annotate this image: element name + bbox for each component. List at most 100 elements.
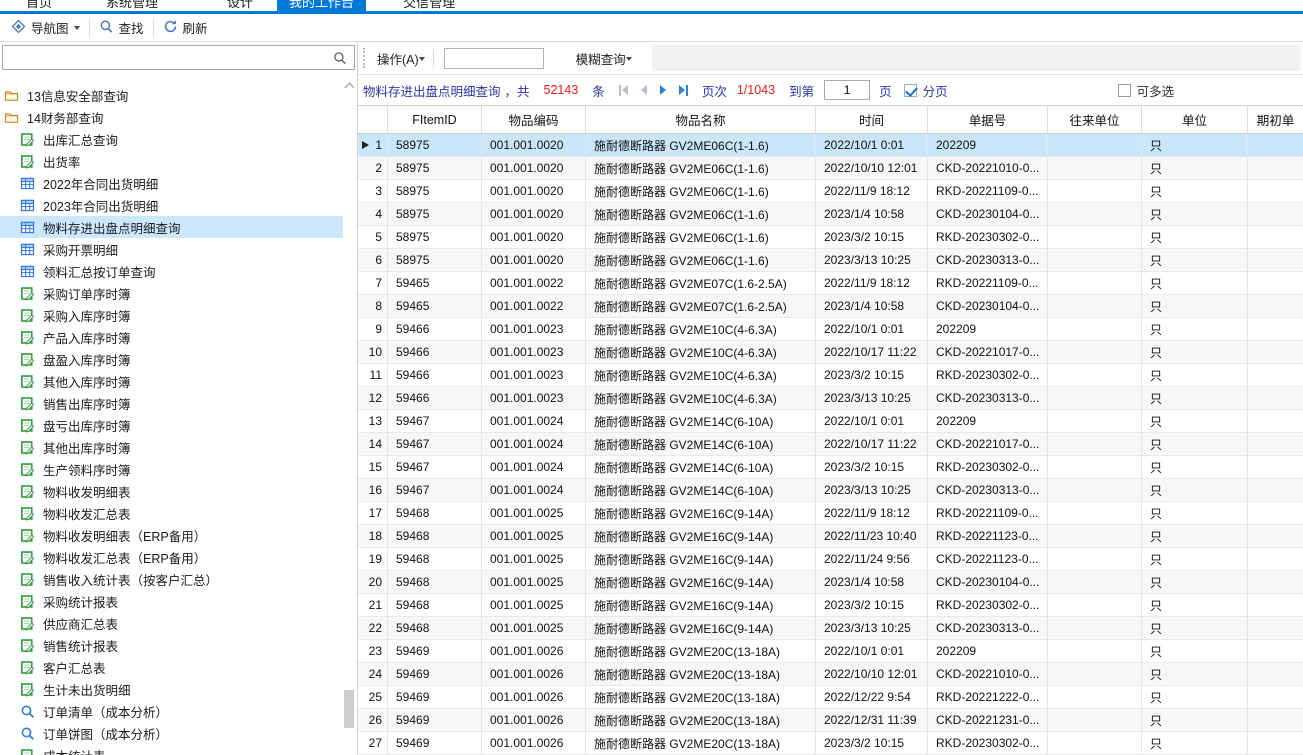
table-cell[interactable]: 只	[1142, 663, 1248, 685]
table-cell[interactable]: 只	[1142, 318, 1248, 340]
table-cell[interactable]: 58975	[388, 134, 482, 156]
sidebar-item[interactable]: 物料收发汇总表（ERP备用）	[0, 546, 343, 568]
table-cell[interactable]: 001.001.0026	[482, 686, 586, 708]
table-cell[interactable]: 001.001.0020	[482, 203, 586, 225]
table-cell[interactable]: 2022/11/24 9:56	[816, 548, 928, 570]
table-cell[interactable]	[1048, 456, 1142, 478]
table-cell[interactable]	[1048, 640, 1142, 662]
table-cell[interactable]: 59469	[388, 709, 482, 731]
table-cell[interactable]: 202209	[928, 640, 1048, 662]
table-row[interactable]: 358975001.001.0020施耐德断路器 GV2ME06C(1-1.6)…	[358, 180, 1303, 203]
row-indicator[interactable]: 18	[358, 525, 388, 547]
table-cell[interactable]: 2023/3/2 10:15	[816, 732, 928, 754]
row-indicator[interactable]: 15	[358, 456, 388, 478]
tab-item[interactable]: 系统管理	[94, 0, 170, 14]
table-cell[interactable]: 2022/10/1 0:01	[816, 640, 928, 662]
table-cell[interactable]: 施耐德断路器 GV2ME20C(13-18A)	[586, 663, 816, 685]
table-row[interactable]: 1459467001.001.0024施耐德断路器 GV2ME14C(6-10A…	[358, 433, 1303, 456]
table-cell[interactable]	[1048, 387, 1142, 409]
table-cell[interactable]: 2022/11/23 10:40	[816, 525, 928, 547]
table-cell[interactable]: CKD-20221017-0...	[928, 341, 1048, 363]
row-indicator[interactable]: 20	[358, 571, 388, 593]
table-cell[interactable]: 59465	[388, 295, 482, 317]
table-cell[interactable]: 59466	[388, 318, 482, 340]
table-cell[interactable]	[1048, 249, 1142, 271]
table-cell[interactable]: 2023/1/4 10:58	[816, 203, 928, 225]
table-cell[interactable]: 59465	[388, 272, 482, 294]
table-cell[interactable]	[1248, 479, 1303, 501]
table-cell[interactable]: 001.001.0020	[482, 157, 586, 179]
row-indicator[interactable]: 23	[358, 640, 388, 662]
table-cell[interactable]: RKD-20221109-0...	[928, 272, 1048, 294]
table-cell[interactable]: 001.001.0024	[482, 479, 586, 501]
table-cell[interactable]	[1048, 663, 1142, 685]
table-cell[interactable]: RKD-20230302-0...	[928, 456, 1048, 478]
last-page-icon[interactable]	[679, 83, 688, 97]
table-cell[interactable]	[1248, 341, 1303, 363]
column-header[interactable]: 时间	[816, 106, 928, 133]
table-row[interactable]: 959466001.001.0023施耐德断路器 GV2ME10C(4-6.3A…	[358, 318, 1303, 341]
table-cell[interactable]: 只	[1142, 203, 1248, 225]
table-cell[interactable]: 施耐德断路器 GV2ME06C(1-1.6)	[586, 203, 816, 225]
table-row[interactable]: 258975001.001.0020施耐德断路器 GV2ME06C(1-1.6)…	[358, 157, 1303, 180]
sidebar-item[interactable]: 物料收发明细表（ERP备用）	[0, 524, 343, 546]
table-cell[interactable]: RKD-20230302-0...	[928, 226, 1048, 248]
table-cell[interactable]: CKD-20230104-0...	[928, 295, 1048, 317]
table-cell[interactable]: 只	[1142, 272, 1248, 294]
table-cell[interactable]: 施耐德断路器 GV2ME16C(9-14A)	[586, 617, 816, 639]
tab-item[interactable]: 设计	[215, 0, 265, 14]
table-cell[interactable]: 只	[1142, 617, 1248, 639]
table-row[interactable]: 2459469001.001.0026施耐德断路器 GV2ME20C(13-18…	[358, 663, 1303, 686]
sidebar-item[interactable]: 供应商汇总表	[0, 612, 343, 634]
row-indicator[interactable]: 25	[358, 686, 388, 708]
row-indicator[interactable]: 27	[358, 732, 388, 754]
table-cell[interactable]: 001.001.0025	[482, 525, 586, 547]
table-cell[interactable]: 只	[1142, 134, 1248, 156]
table-cell[interactable]: 2023/3/13 10:25	[816, 479, 928, 501]
sidebar-item[interactable]: 销售统计报表	[0, 634, 343, 656]
table-cell[interactable]: 施耐德断路器 GV2ME14C(6-10A)	[586, 433, 816, 455]
column-header[interactable]: 往来单位	[1048, 106, 1142, 133]
table-cell[interactable]	[1248, 295, 1303, 317]
sidebar-item[interactable]: 产品入库序时簿	[0, 326, 343, 348]
table-cell[interactable]: 2023/3/2 10:15	[816, 594, 928, 616]
row-indicator[interactable]: 12	[358, 387, 388, 409]
table-cell[interactable]	[1248, 686, 1303, 708]
row-indicator[interactable]: 22	[358, 617, 388, 639]
table-cell[interactable]: 只	[1142, 433, 1248, 455]
table-cell[interactable]: CKD-20230313-0...	[928, 387, 1048, 409]
table-cell[interactable]: 2022/11/9 18:12	[816, 502, 928, 524]
sidebar-item[interactable]: 盘盈入库序时簿	[0, 348, 343, 370]
table-cell[interactable]: 只	[1142, 502, 1248, 524]
table-cell[interactable]	[1048, 594, 1142, 616]
table-row[interactable]: 2559469001.001.0026施耐德断路器 GV2ME20C(13-18…	[358, 686, 1303, 709]
table-cell[interactable]: 2022/12/22 9:54	[816, 686, 928, 708]
table-cell[interactable]: CKD-20221010-0...	[928, 663, 1048, 685]
table-cell[interactable]: 施耐德断路器 GV2ME20C(13-18A)	[586, 709, 816, 731]
sidebar-scrollbar[interactable]	[343, 78, 356, 755]
table-cell[interactable]: 只	[1142, 295, 1248, 317]
multi-select-checkbox[interactable]	[1118, 84, 1131, 97]
table-cell[interactable]: 001.001.0023	[482, 318, 586, 340]
table-cell[interactable]	[1048, 502, 1142, 524]
table-cell[interactable]: 59468	[388, 594, 482, 616]
table-cell[interactable]	[1048, 410, 1142, 432]
table-cell[interactable]: 2023/3/2 10:15	[816, 456, 928, 478]
sidebar-item[interactable]: 2022年合同出货明细	[0, 172, 343, 194]
table-cell[interactable]: 202209	[928, 410, 1048, 432]
table-cell[interactable]: 202209	[928, 318, 1048, 340]
table-cell[interactable]: 59469	[388, 640, 482, 662]
table-cell[interactable]	[1248, 456, 1303, 478]
table-cell[interactable]: 只	[1142, 732, 1248, 754]
table-cell[interactable]	[1248, 226, 1303, 248]
sidebar-item[interactable]: 采购统计报表	[0, 590, 343, 612]
sidebar-item[interactable]: 生产领料序时簿	[0, 458, 343, 480]
table-cell[interactable]	[1048, 203, 1142, 225]
operate-menu-button[interactable]: 操作(A)	[371, 46, 431, 70]
row-indicator[interactable]: 9	[358, 318, 388, 340]
column-header[interactable]: 期初单	[1248, 106, 1303, 133]
table-cell[interactable]: 施耐德断路器 GV2ME07C(1.6-2.5A)	[586, 295, 816, 317]
table-cell[interactable]: 2023/1/4 10:58	[816, 571, 928, 593]
table-cell[interactable]: 施耐德断路器 GV2ME14C(6-10A)	[586, 456, 816, 478]
sidebar-item[interactable]: 物料收发汇总表	[0, 502, 343, 524]
